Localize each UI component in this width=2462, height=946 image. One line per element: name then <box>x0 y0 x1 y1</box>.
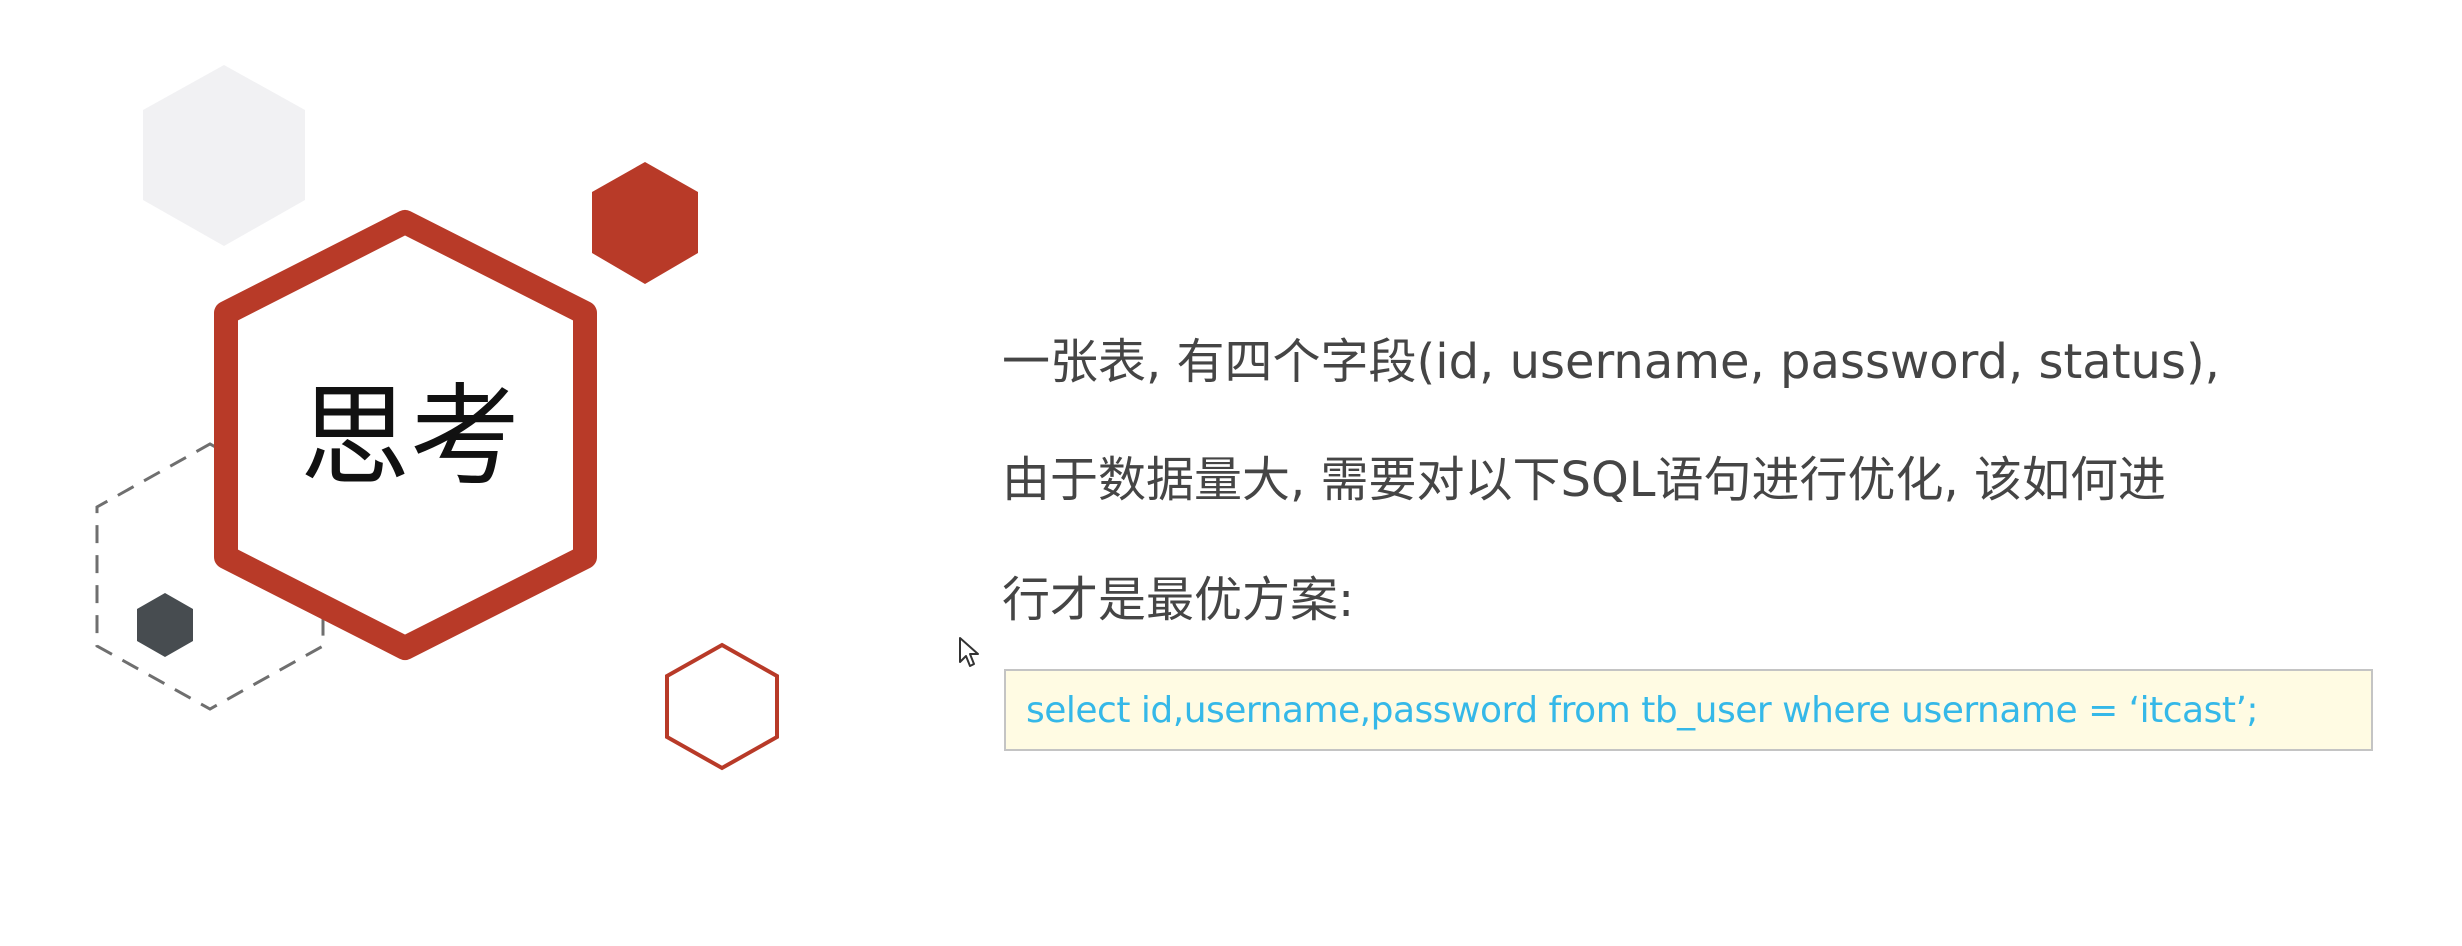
sql-code-box: select id,username,password from tb_user… <box>1004 669 2373 751</box>
question-line-3: 行才是最优方案: <box>1002 572 1355 628</box>
small-red-hexagon <box>592 162 698 284</box>
sql-code-text: select id,username,password from tb_user… <box>1026 689 2259 731</box>
slide-title: 思考 <box>300 373 520 501</box>
light-gray-hexagon <box>143 65 305 246</box>
slide: 思考 一张表, 有四个字段(id, username, password, st… <box>0 0 2462 946</box>
small-dark-hexagon <box>137 593 193 657</box>
outline-red-hexagon <box>665 642 779 771</box>
question-line-2: 由于数据量大, 需要对以下SQL语句进行优化, 该如何进 <box>1002 452 2167 508</box>
mouse-pointer-icon <box>959 637 979 667</box>
question-line-1: 一张表, 有四个字段(id, username, password, statu… <box>1002 334 2220 390</box>
